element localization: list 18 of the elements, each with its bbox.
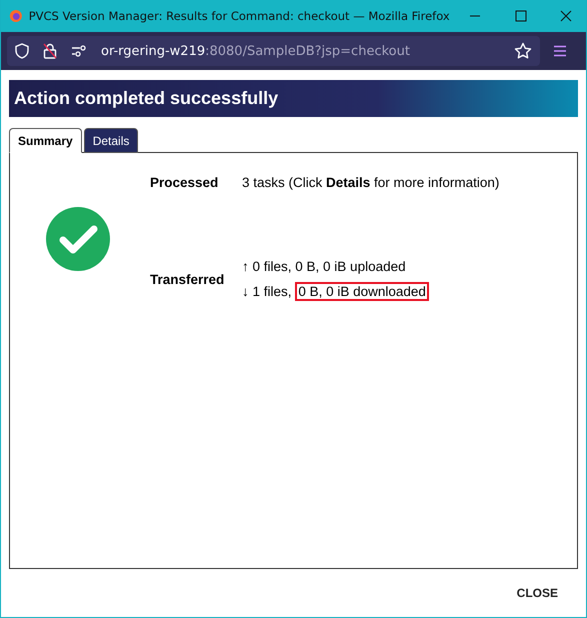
tab[interactable]: Summary (9, 128, 82, 153)
browser-logo-icon (9, 8, 23, 24)
insecure-lock-icon[interactable] (43, 43, 57, 59)
banner-title: Action completed successfully (14, 88, 278, 109)
close-button[interactable]: CLOSE (510, 585, 564, 601)
processed-value: 3 tasks (Click Details for more information) (242, 175, 500, 190)
close-icon[interactable] (560, 10, 572, 22)
transferred-label: Transferred (150, 272, 226, 286)
permissions-icon[interactable] (71, 45, 87, 57)
star-icon[interactable] (514, 42, 532, 60)
tab[interactable]: Details (84, 128, 138, 153)
processed-label: Processed (150, 175, 220, 190)
transfer-line: ↓ 1 files, 0 B, 0 iB downloaded (242, 279, 500, 304)
address-bar[interactable]: or-rgering-w219:8080/SampleDB?jsp=checkout (7, 36, 540, 66)
shield-icon[interactable] (15, 43, 29, 59)
transfer-line: ↑ 0 files, 0 B, 0 iB uploaded (242, 258, 407, 276)
window-title: PVCS Version Manager: Results for Command: checkout — Mozilla Firefox (28, 9, 450, 23)
maximize-icon[interactable] (514, 10, 527, 22)
